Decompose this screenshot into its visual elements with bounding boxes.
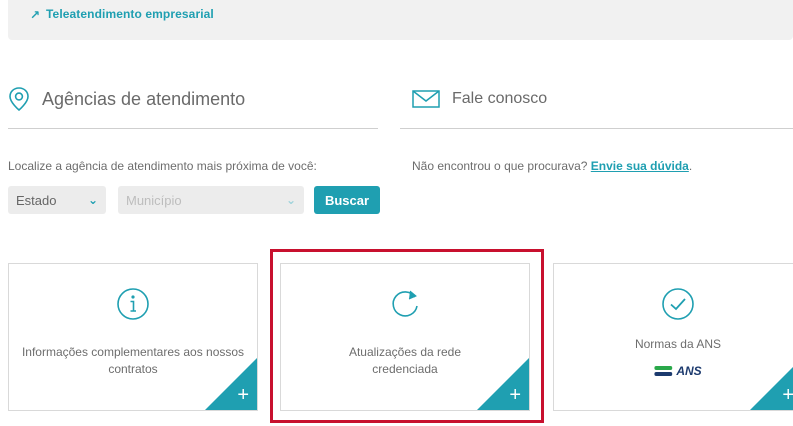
teleatendimento-link[interactable]: Teleatendimento empresarial <box>46 7 214 21</box>
plus-icon[interactable]: + <box>782 385 793 405</box>
fale-help-prefix: Não encontrou o que procurava? <box>412 159 588 173</box>
agencias-header: Agências de atendimento <box>8 84 245 114</box>
expand-corner[interactable] <box>205 358 257 410</box>
check-circle-icon <box>662 288 694 320</box>
estado-value: Estado <box>16 192 57 208</box>
plus-icon[interactable]: + <box>237 385 249 405</box>
fale-divider <box>400 128 793 129</box>
info-icon <box>117 288 149 320</box>
agencias-title: Agências de atendimento <box>42 88 246 109</box>
fale-conosco-header[interactable]: Fale conosco <box>412 84 547 114</box>
estado-select[interactable]: Estado ⌄ <box>8 186 106 214</box>
card-atualizacoes-text: Atualizações da rede credenciada <box>348 345 462 376</box>
location-pin-icon <box>9 87 29 112</box>
external-link-icon: ↗ <box>30 8 41 22</box>
refresh-icon <box>392 290 418 317</box>
fale-conosco-title: Fale conosco <box>452 90 548 107</box>
envelope-icon <box>412 90 440 108</box>
municipio-placeholder: Município <box>126 192 182 208</box>
card-informacoes[interactable]: Informações complementares aos nossos co… <box>8 263 258 411</box>
card-normas-ans[interactable]: Normas da ANS ANS + <box>553 263 793 411</box>
buscar-button[interactable]: Buscar <box>314 186 380 214</box>
fale-help-text: Não encontrou o que procurava? Envie sua… <box>412 159 692 173</box>
chevron-down-icon: ⌄ <box>87 193 98 207</box>
plus-icon[interactable]: + <box>509 385 521 405</box>
municipio-select[interactable]: Município ⌄ <box>118 186 304 214</box>
fale-help-suffix: . <box>688 159 693 173</box>
expand-corner[interactable] <box>477 358 529 410</box>
agencias-help-text: Localize a agência de atendimento mais p… <box>8 159 317 173</box>
card-atualizacoes-rede[interactable]: Atualizações da rede credenciada + <box>280 263 530 411</box>
ans-logo: ANS <box>654 364 702 378</box>
envie-duvida-link[interactable]: Envie sua dúvida <box>591 159 689 173</box>
ans-logo-text: ANS <box>676 364 702 378</box>
ans-logo-mark-icon <box>654 366 673 376</box>
card-normas-text: Normas da ANS <box>634 337 722 351</box>
agencias-divider <box>8 128 378 129</box>
chevron-down-icon: ⌄ <box>285 193 296 207</box>
teleatendimento-bar[interactable]: ↗ Teleatendimento empresarial <box>8 0 793 40</box>
